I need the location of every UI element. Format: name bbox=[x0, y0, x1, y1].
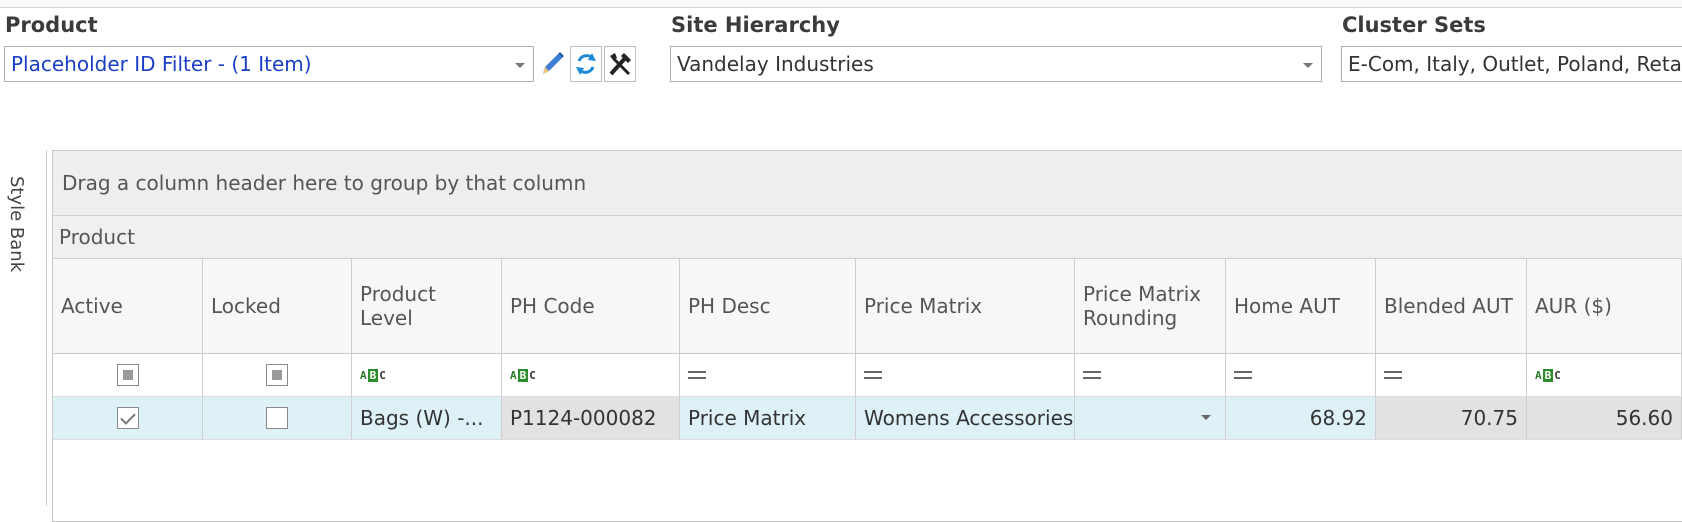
checkbox-checked[interactable] bbox=[116, 407, 139, 429]
column-header-active[interactable]: Active bbox=[53, 259, 203, 353]
group-by-panel[interactable]: Drag a column header here to group by th… bbox=[53, 151, 1682, 216]
filter-row: ABC ABC ABC bbox=[53, 354, 1682, 397]
filter-locked[interactable] bbox=[203, 354, 352, 396]
top-border bbox=[0, 0, 1682, 8]
cell-aur[interactable]: 56.60 bbox=[1527, 397, 1682, 439]
tools-icon[interactable] bbox=[604, 46, 636, 82]
column-header-locked[interactable]: Locked bbox=[203, 259, 352, 353]
filter-home-aut[interactable] bbox=[1226, 354, 1376, 396]
product-label: Product bbox=[5, 13, 98, 37]
filter-price-matrix[interactable] bbox=[856, 354, 1075, 396]
text-filter-icon[interactable]: ABC bbox=[510, 368, 536, 382]
equals-filter-icon[interactable] bbox=[688, 371, 706, 379]
cell-product-level[interactable]: Bags (W) -... bbox=[352, 397, 502, 439]
cell-ph-desc[interactable]: Price Matrix bbox=[680, 397, 856, 439]
column-header-price-matrix-rounding[interactable]: Price Matrix Rounding bbox=[1075, 259, 1226, 353]
cell-price-matrix[interactable]: Womens Accessories bbox=[856, 397, 1075, 439]
equals-filter-icon[interactable] bbox=[1384, 371, 1402, 379]
text-filter-icon[interactable]: ABC bbox=[1535, 368, 1561, 382]
cell-price-matrix-rounding[interactable] bbox=[1075, 397, 1226, 439]
cluster-sets-combo[interactable]: E-Com, Italy, Outlet, Poland, Retai bbox=[1341, 46, 1682, 82]
style-bank-panel[interactable]: Style Bank bbox=[0, 150, 47, 506]
text-filter-icon[interactable]: ABC bbox=[360, 368, 386, 382]
filter-active[interactable] bbox=[53, 354, 203, 396]
column-header-row: Active Locked Product Level PH Code PH D… bbox=[53, 259, 1682, 354]
filter-aur[interactable]: ABC bbox=[1527, 354, 1682, 396]
chevron-down-icon[interactable] bbox=[1201, 415, 1211, 420]
style-bank-tab[interactable]: Style Bank bbox=[6, 176, 27, 272]
checkbox-indeterminate-icon[interactable] bbox=[266, 364, 288, 386]
site-hierarchy-combo[interactable]: Vandelay Industries bbox=[670, 46, 1322, 82]
pencil-icon[interactable] bbox=[536, 46, 568, 82]
band-header-product[interactable]: Product bbox=[53, 216, 1682, 259]
cell-home-aut[interactable]: 68.92 bbox=[1226, 397, 1376, 439]
equals-filter-icon[interactable] bbox=[864, 371, 882, 379]
column-header-ph-code[interactable]: PH Code bbox=[502, 259, 680, 353]
refresh-icon[interactable] bbox=[570, 46, 602, 82]
cluster-sets-label: Cluster Sets bbox=[1342, 13, 1486, 37]
column-header-ph-desc[interactable]: PH Desc bbox=[680, 259, 856, 353]
table-row[interactable]: Bags (W) -... P1124-000082 Price Matrix … bbox=[53, 397, 1682, 440]
filter-product-level[interactable]: ABC bbox=[352, 354, 502, 396]
column-header-aur[interactable]: AUR ($) bbox=[1527, 259, 1682, 353]
filter-blended-aut[interactable] bbox=[1376, 354, 1527, 396]
cell-ph-code[interactable]: P1124-000082 bbox=[502, 397, 680, 439]
checkbox-indeterminate-icon[interactable] bbox=[116, 364, 139, 386]
site-hierarchy-value: Vandelay Industries bbox=[677, 52, 874, 76]
column-header-price-matrix[interactable]: Price Matrix bbox=[856, 259, 1075, 353]
equals-filter-icon[interactable] bbox=[1234, 371, 1252, 379]
product-grid: Drag a column header here to group by th… bbox=[52, 150, 1682, 522]
chevron-down-icon[interactable] bbox=[1303, 63, 1313, 68]
column-header-product-level[interactable]: Product Level bbox=[352, 259, 502, 353]
filter-price-matrix-rounding[interactable] bbox=[1075, 354, 1226, 396]
cluster-sets-value: E-Com, Italy, Outlet, Poland, Retai bbox=[1348, 52, 1682, 76]
site-hierarchy-label: Site Hierarchy bbox=[671, 13, 840, 37]
chevron-down-icon[interactable] bbox=[515, 63, 525, 68]
equals-filter-icon[interactable] bbox=[1083, 371, 1101, 379]
cell-locked[interactable] bbox=[203, 397, 352, 439]
product-value: Placeholder ID Filter - (1 Item) bbox=[11, 52, 312, 76]
cell-blended-aut[interactable]: 70.75 bbox=[1376, 397, 1527, 439]
filter-ph-desc[interactable] bbox=[680, 354, 856, 396]
cell-active[interactable] bbox=[53, 397, 203, 439]
product-combo[interactable]: Placeholder ID Filter - (1 Item) bbox=[4, 46, 534, 82]
column-header-home-aut[interactable]: Home AUT bbox=[1226, 259, 1376, 353]
column-header-blended-aut[interactable]: Blended AUT bbox=[1376, 259, 1527, 353]
checkbox-unchecked[interactable] bbox=[266, 407, 288, 429]
filter-ph-code[interactable]: ABC bbox=[502, 354, 680, 396]
